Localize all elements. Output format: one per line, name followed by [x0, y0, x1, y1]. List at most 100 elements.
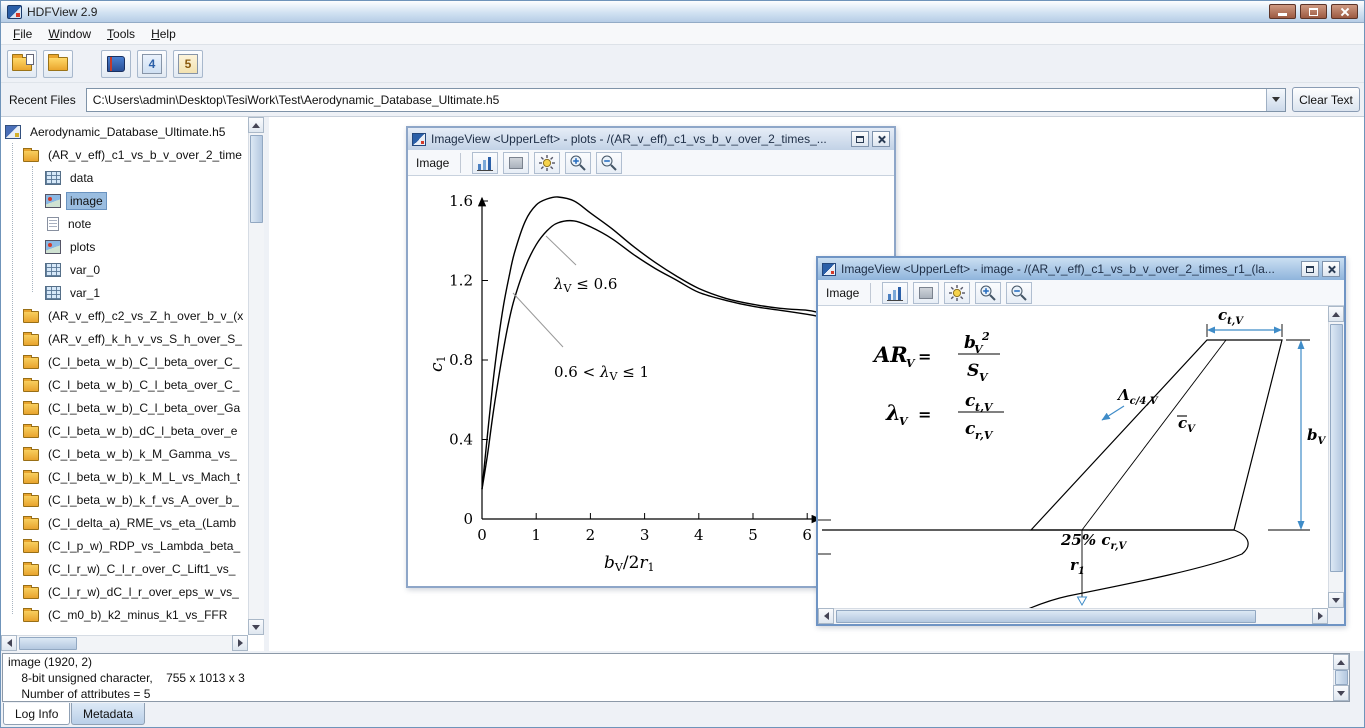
hdf5-file-icon [5, 124, 21, 139]
frame-maximize-button[interactable] [851, 131, 869, 147]
svg-text:=: = [918, 405, 931, 424]
tree-group[interactable]: (C_m0_b)_k2_minus_k1_vs_FFR [1, 603, 248, 626]
bottom-tab-bar: Log Info Metadata [1, 703, 1364, 727]
scroll-down-button[interactable] [1328, 592, 1344, 608]
vertical-tail-planform [1029, 339, 1283, 531]
scroll-down-button[interactable] [248, 619, 264, 635]
menu-file[interactable]: File [5, 25, 40, 43]
scroll-up-button[interactable] [1333, 654, 1349, 670]
zoom-in-button[interactable] [565, 151, 592, 174]
chart-button[interactable] [882, 281, 909, 304]
formula-taper-ratio: λ V = c t,V c r,V [885, 391, 1004, 442]
image-icon [45, 193, 61, 208]
tree-group[interactable]: (AR_v_eff)_k_h_v_vs_S_h_over_S_ [1, 327, 248, 350]
svg-text:5: 5 [748, 526, 758, 544]
hdf4-library-button[interactable]: 4 [137, 49, 167, 78]
scroll-right-button[interactable] [1312, 608, 1328, 624]
tree-item-data[interactable]: data [1, 166, 248, 189]
help-button[interactable] [101, 49, 131, 78]
scrollbar-thumb[interactable] [1335, 670, 1348, 685]
scrollbar-thumb[interactable] [250, 135, 263, 223]
scroll-left-button[interactable] [1, 635, 17, 651]
frame-maximize-button[interactable] [1301, 261, 1319, 277]
frame-close-button[interactable] [872, 131, 890, 147]
tree-group[interactable]: (C_l_r_w)_C_l_r_over_C_Lift1_vs_ [1, 557, 248, 580]
tree-group[interactable]: (C_l_beta_w_b)_C_l_beta_over_C_ [1, 373, 248, 396]
scroll-down-button[interactable] [1333, 685, 1349, 701]
image-vertical-scrollbar[interactable] [1328, 306, 1344, 608]
tree-group[interactable]: (C_l_beta_w_b)_dC_l_beta_over_e [1, 419, 248, 442]
tree-group[interactable]: (C_l_beta_w_b)_k_M_Gamma_vs_ [1, 442, 248, 465]
clear-text-button[interactable]: Clear Text [1292, 87, 1360, 112]
svg-text:1.2: 1.2 [449, 272, 473, 290]
recent-files-combobox[interactable]: C:\Users\admin\Desktop\TesiWork\Test\Aer… [85, 87, 1286, 112]
zoom-in-button[interactable] [975, 281, 1002, 304]
tree-item-var0[interactable]: var_0 [1, 258, 248, 281]
brightness-icon [949, 284, 966, 301]
status-vertical-scrollbar[interactable] [1333, 654, 1349, 701]
menu-tools[interactable]: Tools [99, 25, 143, 43]
close-button[interactable] [1331, 4, 1358, 19]
frame-close-button[interactable] [1322, 261, 1340, 277]
tree-horizontal-scrollbar[interactable] [1, 635, 248, 651]
tree-group[interactable]: (C_l_p_w)_RDP_vs_Lambda_beta_ [1, 534, 248, 557]
zoom-out-button[interactable] [1006, 281, 1033, 304]
tab-metadata[interactable]: Metadata [71, 703, 146, 725]
tree-group[interactable]: (C_l_beta_w_b)_k_M_L_vs_Mach_t [1, 465, 248, 488]
status-log-area[interactable]: image (1920, 2) 8-bit unsigned character… [2, 653, 1350, 702]
maximize-button[interactable] [1300, 4, 1327, 19]
tree-vertical-scrollbar[interactable] [248, 117, 264, 635]
open-file-button[interactable] [7, 49, 37, 78]
tree-group[interactable]: (C_l_delta_a)_RME_vs_eta_(Lamb [1, 511, 248, 534]
tree-item-plots[interactable]: plots [1, 235, 248, 258]
toolbar: 4 5 [1, 45, 1364, 83]
tree-group[interactable]: (C_l_beta_w_b)_k_f_vs_A_over_b_ [1, 488, 248, 511]
imageview-image-frame[interactable]: ImageView <UpperLeft> - image - /(AR_v_e… [816, 256, 1346, 626]
tree-group[interactable]: (C_l_beta_w_b)_C_l_beta_over_Ga [1, 396, 248, 419]
hdfview-app-icon [7, 4, 22, 19]
palette-button[interactable] [913, 281, 940, 304]
brightness-button[interactable] [534, 151, 561, 174]
close-file-button[interactable] [43, 49, 73, 78]
tree-item-image-selected[interactable]: image [1, 189, 248, 212]
image-menu[interactable]: Image [416, 156, 449, 170]
scroll-left-button[interactable] [818, 608, 834, 624]
scroll-right-button[interactable] [232, 635, 248, 651]
arrow-left-icon [823, 612, 829, 620]
file-path-value: C:\Users\admin\Desktop\TesiWork\Test\Aer… [92, 92, 500, 107]
scrollbar-thumb[interactable] [836, 610, 1256, 623]
tree-group-expanded[interactable]: (AR_v_eff)_c1_vs_b_v_over_2_time [1, 143, 248, 166]
frame-title: ImageView <UpperLeft> - image - /(AR_v_e… [841, 262, 1275, 276]
image-menu[interactable]: Image [826, 286, 859, 300]
scrollbar-thumb[interactable] [19, 637, 77, 650]
scroll-up-button[interactable] [1328, 306, 1344, 322]
tree-item-var1[interactable]: var_1 [1, 281, 248, 304]
image-horizontal-scrollbar[interactable] [818, 608, 1328, 624]
scrollbar-thumb[interactable] [1330, 324, 1343, 572]
svg-text:V: V [979, 371, 989, 384]
frame-titlebar[interactable]: ImageView <UpperLeft> - image - /(AR_v_e… [818, 258, 1344, 280]
tree-root[interactable]: Aerodynamic_Database_Ultimate.h5 [1, 120, 248, 143]
chart-button[interactable] [472, 151, 499, 174]
hdf5-library-button[interactable]: 5 [173, 49, 203, 78]
tree-item-note[interactable]: note [1, 212, 248, 235]
tab-log-info[interactable]: Log Info [3, 703, 71, 725]
menu-help[interactable]: Help [143, 25, 184, 43]
brightness-button[interactable] [944, 281, 971, 304]
tree-group[interactable]: (C_l_r_w)_dC_l_r_over_eps_w_vs_ [1, 580, 248, 603]
svg-text:2: 2 [981, 330, 990, 343]
arrow-up-icon [1337, 659, 1345, 665]
window-titlebar[interactable]: HDFView 2.9 [1, 1, 1364, 23]
menu-window[interactable]: Window [40, 25, 99, 43]
zoom-out-button[interactable] [596, 151, 623, 174]
scroll-up-button[interactable] [248, 117, 264, 133]
frame-controls [1301, 261, 1340, 277]
combobox-dropdown-button[interactable] [1266, 88, 1285, 111]
palette-button[interactable] [503, 151, 530, 174]
root-chord-label: 25% cr,V [1060, 531, 1128, 552]
tree-group[interactable]: (C_l_beta_w_b)_C_l_beta_over_C_ [1, 350, 248, 373]
tree-group[interactable]: (AR_v_eff)_c2_vs_Z_h_over_b_v_(x [1, 304, 248, 327]
zoom-in-icon [980, 285, 997, 301]
minimize-button[interactable] [1269, 4, 1296, 19]
frame-titlebar[interactable]: ImageView <UpperLeft> - plots - /(AR_v_e… [408, 128, 894, 150]
